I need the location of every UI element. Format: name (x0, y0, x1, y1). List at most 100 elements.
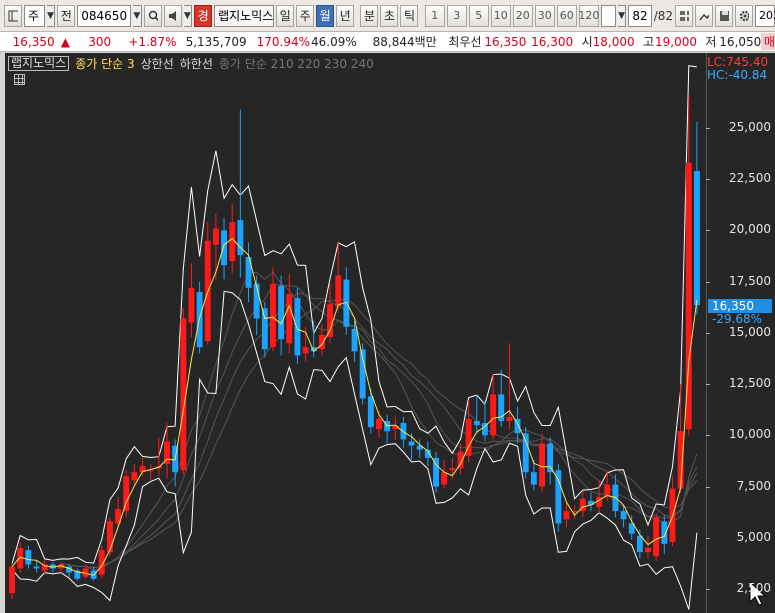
table-icon[interactable] (14, 74, 25, 85)
y-tick-mark (706, 179, 710, 181)
candle-body (286, 294, 293, 344)
ask-price: 16,350 (484, 34, 527, 49)
code-dropdown-icon[interactable]: ▼ (133, 4, 142, 27)
mult-30[interactable]: 30 (534, 4, 555, 27)
upper-band-line (11, 65, 697, 564)
period-day[interactable]: 일 (276, 4, 295, 27)
mult-10[interactable]: 10 (490, 4, 511, 27)
up-arrow-icon: ▲ (60, 34, 70, 49)
count-total: /82 (653, 8, 673, 23)
period-year[interactable]: 년 (336, 4, 355, 27)
mult-20[interactable]: 20 (512, 4, 533, 27)
candle-body (367, 396, 374, 428)
grid-button[interactable] (675, 4, 693, 27)
candle-body (302, 347, 309, 354)
candle-body (9, 566, 15, 594)
change-percent: +1.87% (128, 34, 177, 49)
candle-body (473, 421, 480, 426)
candle-body (449, 468, 456, 471)
current-price: 16,350 (12, 34, 55, 49)
mult-60[interactable]: 60 (556, 4, 577, 27)
candle-body (229, 222, 236, 262)
candle-body (33, 566, 40, 569)
open-price: 18,000 (592, 34, 635, 49)
candle-body (653, 517, 660, 557)
candle-body (131, 472, 138, 481)
y-tick-mark (706, 332, 710, 334)
speaker-icon (168, 10, 178, 21)
candle-body (400, 423, 407, 440)
candle-body (490, 394, 497, 436)
y-tick-mark (706, 281, 710, 283)
legend-ma[interactable]: 종가 단순 3 (75, 55, 134, 72)
count-input[interactable]: 82 (628, 4, 652, 27)
stock-code-input[interactable]: 084650 (77, 4, 132, 27)
period-month[interactable]: 월 (316, 4, 335, 27)
candle-plot[interactable] (5, 53, 706, 613)
save-button[interactable] (715, 4, 733, 27)
candle-body (408, 441, 415, 446)
window-layout-icon[interactable] (4, 4, 22, 27)
search-button[interactable] (143, 4, 162, 27)
y-tick-mark (706, 230, 710, 232)
sound-button[interactable] (163, 4, 182, 27)
chart-type-button[interactable] (695, 4, 713, 27)
high-price: 19,000 (654, 34, 697, 49)
candle-body (335, 275, 342, 307)
low-label: 저 (705, 35, 717, 49)
y-tick-label: 2,500 (736, 581, 771, 595)
mult-5[interactable]: 5 (468, 4, 489, 27)
candle-body (261, 308, 268, 350)
prev-button[interactable]: 전 (57, 4, 76, 27)
chevron-down-icon[interactable]: ▼ (46, 4, 56, 27)
candle-body (327, 304, 333, 337)
price-change: 300 (88, 34, 112, 49)
turnover: 46.09% (311, 34, 357, 49)
mult-3[interactable]: 3 (446, 4, 467, 27)
y-tick-label: 5,000 (736, 529, 771, 544)
period-second[interactable]: 초 (380, 4, 399, 27)
candle-body (376, 418, 382, 430)
y-tick-label: 25,000 (729, 120, 771, 134)
toolbar: 주 ▼ 전 084650 ▼ ▼ 경 랩지노믹스 일 주 월 년 분 초 틱 1… (0, 0, 775, 32)
custom-mult-input[interactable] (600, 4, 616, 27)
line-chart-icon (699, 13, 709, 20)
hc-value: HC:-40.84 (707, 68, 768, 82)
y-tick-mark (706, 128, 710, 129)
candle-body (563, 511, 570, 520)
y-tick-label: 12,500 (729, 376, 771, 391)
candle-body (221, 230, 227, 266)
settings-button[interactable] (735, 4, 753, 27)
best-label: 최우선 (448, 35, 482, 49)
period-tick[interactable]: 틱 (400, 4, 419, 27)
legend-lower-band[interactable]: 하한선 (180, 55, 213, 72)
tail-button[interactable]: 매 (761, 33, 775, 50)
period-minute[interactable]: 분 (360, 4, 379, 27)
market-select[interactable]: 주 (24, 4, 45, 27)
y-tick-mark (706, 486, 710, 488)
legend-long-ma[interactable]: 종가 단순 210 220 230 240 (219, 55, 374, 72)
volume-ratio: 170.94% (256, 34, 310, 49)
legend-stock-name[interactable]: 랩지노믹스 (8, 55, 70, 71)
gear-icon (739, 10, 749, 21)
sound-dropdown-icon[interactable]: ▼ (183, 4, 193, 27)
mult-dropdown-icon[interactable]: ▼ (617, 4, 627, 27)
candle-body (645, 548, 651, 553)
date-input[interactable]: 202 (755, 4, 775, 27)
y-tick-mark (706, 384, 710, 386)
candle-body (441, 472, 448, 485)
candle-body (25, 550, 32, 565)
mult-1[interactable]: 1 (424, 4, 445, 27)
candle-body (253, 283, 260, 319)
candle-body (555, 470, 562, 524)
candle-body (188, 287, 195, 323)
y-tick-label: 20,000 (729, 222, 771, 237)
warning-flag: 경 (194, 4, 213, 27)
low-price: 16,050 (719, 34, 762, 49)
candle-body (661, 521, 668, 544)
mult-120[interactable]: 120 (578, 4, 599, 27)
legend-upper-band[interactable]: 상한선 (141, 55, 174, 72)
period-week[interactable]: 주 (296, 4, 315, 27)
grid-icon (680, 10, 689, 21)
candle-body (530, 472, 537, 485)
